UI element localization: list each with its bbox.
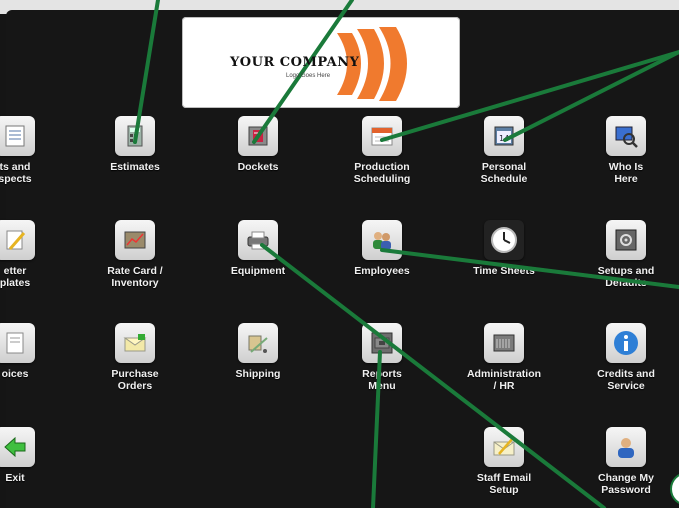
menu-label: oices [1,368,29,380]
menu-label: Production Scheduling [353,161,411,185]
desk-calendar-icon[interactable]: 14 [484,116,524,156]
logo-tagline: Logo Goes Here [286,73,331,79]
document-icon[interactable] [0,116,35,156]
menu-label: Equipment [230,265,286,277]
menu-label: Time Sheets [473,265,535,277]
menu-item-invoices[interactable]: oices [0,323,75,380]
menu-item-credits-and-service[interactable]: Credits and Service [566,323,679,392]
menu-label: Rate Card / Inventory [107,265,163,289]
menu-item-production-scheduling[interactable]: Production Scheduling [322,116,442,185]
printer-icon[interactable] [238,220,278,260]
info-icon[interactable] [606,323,646,363]
menu-item-letter-templates[interactable]: etter plates [0,220,75,289]
user-password-icon[interactable] [606,427,646,467]
menu-label: Administration / HR [466,368,542,392]
menu-label: Change My Password [597,472,654,496]
menu-item-exit[interactable]: Exit [0,427,75,484]
file-cabinet-icon[interactable] [484,323,524,363]
menu-item-shipping[interactable]: Shipping [198,323,318,380]
invoice-icon[interactable] [0,323,35,363]
logo-company-name: YOUR COMPANY [230,55,360,70]
menu-item-prospects[interactable]: ts and spects [0,116,75,185]
menu-label: Shipping [235,368,281,380]
menu-label: Dockets [237,161,279,173]
menu-label: Who Is Here [608,161,644,185]
ratecard-icon[interactable] [115,220,155,260]
menu-label: Employees [354,265,410,277]
magnifier-icon[interactable] [606,116,646,156]
menu-item-estimates[interactable]: Estimates [75,116,195,173]
menu-item-employees[interactable]: Employees [322,220,442,277]
menu-item-personal-schedule[interactable]: 14 Personal Schedule [444,116,564,185]
pencil-icon[interactable] [0,220,35,260]
menu-item-rate-card-inventory[interactable]: Rate Card / Inventory [75,220,195,289]
shipping-icon[interactable] [238,323,278,363]
calculator-icon[interactable] [115,116,155,156]
exit-arrow-icon[interactable] [0,427,35,467]
menu-item-staff-email-setup[interactable]: Staff Email Setup [444,427,564,496]
menu-label: Purchase Orders [111,368,159,392]
email-setup-icon[interactable] [484,427,524,467]
menu-item-administration-hr[interactable]: Administration / HR [444,323,564,392]
menu-label: ts and spects [0,161,32,185]
menu-item-change-my-password[interactable]: Change My Password [566,427,679,496]
menu-label: Setups and Defaults [597,265,655,289]
menu-label: Credits and Service [597,368,655,392]
menu-item-reports-menu[interactable]: Reports Menu [322,323,442,392]
menu-item-setups-and-defaults[interactable]: Setups and Defaults [566,220,679,289]
menu-item-purchase-orders[interactable]: Purchase Orders [75,323,195,392]
purchase-order-icon[interactable] [115,323,155,363]
calendar-icon[interactable] [362,116,402,156]
menu-item-time-sheets[interactable]: Time Sheets [444,220,564,277]
menu-label: Personal Schedule [480,161,528,185]
menu-item-dockets[interactable]: Dockets [198,116,318,173]
people-icon[interactable] [362,220,402,260]
menu-label: Reports Menu [362,368,402,392]
menu-label: Exit [5,472,25,484]
menu-label: etter plates [0,265,31,289]
menu-item-who-is-here[interactable]: Who Is Here [566,116,679,185]
clock-icon[interactable] [484,220,524,260]
docket-icon[interactable] [238,116,278,156]
safe-icon[interactable] [606,220,646,260]
reports-icon[interactable] [362,323,402,363]
company-logo: YOUR COMPANY Logo Goes Here [182,17,460,108]
menu-item-equipment[interactable]: Equipment [198,220,318,277]
menu-label: Estimates [110,161,160,173]
menu-label: Staff Email Setup [476,472,532,496]
svg-text:14: 14 [499,134,509,143]
